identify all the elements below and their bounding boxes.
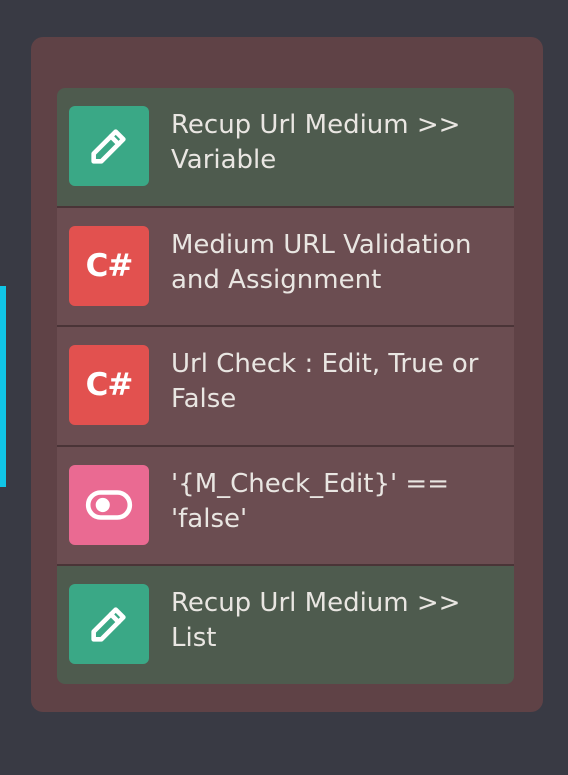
csharp-icon-text: C# [85, 247, 134, 284]
step-url-check[interactable]: C# Url Check : Edit, True or False [57, 325, 514, 445]
step-label: Recup Url Medium >> List [171, 588, 461, 654]
toggle-icon [69, 464, 149, 545]
step-label: Recup Url Medium >> Variable [171, 110, 461, 175]
pencil-icon [69, 106, 149, 186]
step-label: Url Check : Edit, True or False [171, 349, 479, 415]
step-condition-check-edit[interactable]: '{M_Check_Edit}' == 'false' [57, 444, 514, 565]
pencil-icon [69, 584, 149, 665]
step-recup-url-list[interactable]: Recup Url Medium >> List [57, 564, 514, 684]
step-medium-url-validation[interactable]: C# Medium URL Validation and Assignment [57, 205, 514, 326]
step-label: '{M_Check_Edit}' == 'false' [171, 468, 449, 534]
step-label: Medium URL Validation and Assignment [171, 229, 472, 295]
step-recup-url-variable[interactable]: Recup Url Medium >> Variable [57, 88, 514, 206]
step-list: Recup Url Medium >> Variable C# Medium U… [57, 88, 514, 684]
csharp-icon-text: C# [85, 367, 134, 404]
csharp-icon: C# [69, 345, 149, 426]
csharp-icon: C# [69, 225, 149, 306]
connector-line [0, 286, 6, 487]
condition-group-container[interactable]: Recup Url Medium >> Variable C# Medium U… [31, 37, 543, 712]
